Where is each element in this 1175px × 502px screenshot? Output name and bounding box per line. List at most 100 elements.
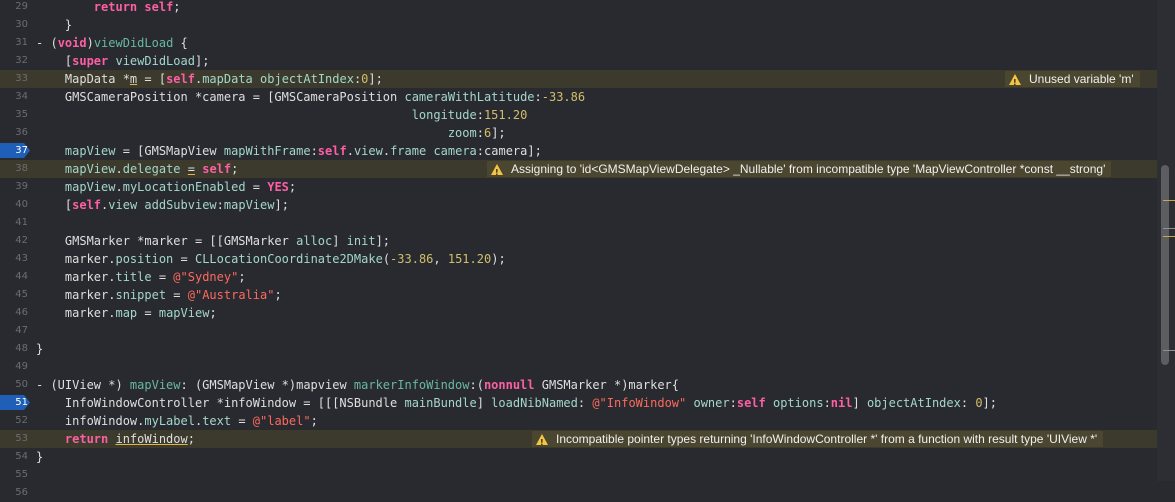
code-token: 151.20 [483,108,528,122]
code-line[interactable]: 29 return self; [0,0,1157,16]
line-number[interactable]: 40 [0,196,28,214]
code-token: mainBundle [404,396,477,410]
code-text[interactable]: marker.snippet = @"Australia"; [36,286,282,304]
code-text[interactable]: } [36,340,43,358]
line-number[interactable]: 56 [0,484,28,502]
code-text[interactable]: marker.position = CLLocationCoordinate2D… [36,250,506,268]
line-number[interactable]: 38 [0,160,28,178]
line-number[interactable]: 43 [0,250,28,268]
line-number[interactable]: 54 [0,448,28,466]
line-number[interactable]: 55 [0,466,28,484]
code-text[interactable]: mapView = [GMSMapView mapWithFrame:self.… [36,142,542,160]
code-text[interactable]: [self.view addSubview:mapView]; [36,196,289,214]
code-line[interactable]: 34 GMSCameraPosition *camera = [GMSCamer… [0,88,1157,106]
code-line[interactable]: 43 marker.position = CLLocationCoordinat… [0,250,1157,268]
code-token: ]; [491,126,506,140]
line-number[interactable]: 35 [0,106,28,124]
code-text[interactable]: InfoWindowController *infoWindow = [[[NS… [36,394,997,412]
warning-badge[interactable]: Incompatible pointer types returning 'In… [532,431,1104,451]
line-number[interactable]: 31 [0,34,28,52]
line-number[interactable]: 47 [0,322,28,340]
code-text[interactable]: return infoWindow; [36,430,195,448]
line-number[interactable]: 49 [0,358,28,376]
line-number[interactable]: 30 [0,16,28,34]
code-text[interactable]: mapView.delegate = self; [36,160,238,178]
code-line[interactable]: 51 InfoWindowController *infoWindow = [[… [0,394,1157,412]
line-number[interactable]: 41 [0,214,28,232]
code-line[interactable]: 48} [0,340,1157,358]
code-token: } [36,342,44,356]
code-line[interactable]: 39 mapView.myLocationEnabled = YES; [0,178,1157,196]
code-line[interactable]: 33 MapData *m = [self.mapData objectAtIn… [0,70,1157,91]
code-line[interactable]: 52 infoWindow.myLabel.text = @"label"; [0,412,1157,430]
code-line[interactable]: 53 return infoWindow; Incompatible pointe… [0,430,1157,451]
warning-message: Assigning to 'id<GMSMapViewDelegate> _Nu… [511,162,1106,176]
line-number[interactable]: 45 [0,286,28,304]
code-text[interactable]: - (UIView *) mapView: (GMSMapView *)mapv… [36,376,679,394]
code-text[interactable]: longitude:151.20 [36,106,528,124]
warning-badge[interactable]: Unused variable 'm' [1005,71,1140,91]
code-editor[interactable]: 29 return self; 30 } 31- (void)viewDidLoad… [0,0,1175,498]
line-number[interactable]: 53 [0,430,28,448]
code-line[interactable]: 44 marker.title = @"Sydney"; [0,268,1157,286]
code-text[interactable]: MapData *m = [self.mapData objectAtIndex… [36,70,383,88]
code-text[interactable]: GMSCameraPosition *camera = [GMSCameraPo… [36,88,585,106]
line-number[interactable]: 34 [0,88,28,106]
code-line[interactable]: 45 marker.snippet = @"Australia"; [0,286,1157,304]
line-number[interactable]: 32 [0,52,28,70]
line-number[interactable]: 29 [0,0,28,16]
code-text[interactable]: mapView.myLocationEnabled = YES; [36,178,296,196]
line-number[interactable]: 42 [0,232,28,250]
code-token: options [772,396,824,410]
code-line[interactable]: 49 [0,358,1157,376]
code-token: longitude [411,108,477,122]
code-line[interactable]: 31 - (void)viewDidLoad { [0,34,1157,52]
code-text[interactable]: return self; [36,0,181,16]
code-line[interactable]: 54} [0,448,1157,466]
code-token: marker. [36,252,116,266]
code-line[interactable]: 50 - (UIView *) mapView: (GMSMapView *)ma… [0,376,1157,394]
minimap-warning-mark [1163,200,1175,201]
code-token: :camera]; [476,144,542,158]
code-text[interactable]: marker.title = @"Sydney"; [36,268,246,286]
line-number[interactable]: 44 [0,268,28,286]
code-text[interactable]: - (void)viewDidLoad { [36,34,188,52]
line-number[interactable]: 33 [0,70,28,88]
code-text[interactable]: zoom:6]; [36,124,506,142]
code-token: . [382,144,391,158]
code-token: GMSMarker *marker = [[GMSMarker [36,234,297,248]
code-text[interactable]: } [36,448,43,466]
code-line[interactable]: 46 marker.map = mapView; [0,304,1157,322]
line-number[interactable]: 48 [0,340,28,358]
code-line[interactable]: 35 longitude:151.20 [0,106,1157,124]
code-text[interactable]: } [36,16,72,34]
code-token: return [36,0,138,14]
code-line[interactable]: 41 [0,214,1157,232]
warning-triangle-icon [491,163,503,181]
code-text[interactable]: marker.map = mapView; [36,304,217,322]
line-number[interactable]: 52 [0,412,28,430]
code-line[interactable]: 30 } [0,16,1157,34]
code-line[interactable]: 38 mapView.delegate = self; Assigning to … [0,160,1157,181]
code-line[interactable]: 47 [0,322,1157,340]
code-line[interactable]: 42 GMSMarker *marker = [[GMSMarker alloc… [0,232,1157,250]
code-text[interactable]: [super viewDidLoad]; [36,52,210,70]
code-line[interactable]: 40 [self.view addSubview:mapView]; [0,196,1157,214]
line-number[interactable]: 46 [0,304,28,322]
line-number[interactable]: 51 [0,394,28,412]
code-text[interactable]: infoWindow.myLabel.text = @"label"; [36,412,318,430]
code-line[interactable]: 56 [0,484,1157,502]
line-number[interactable]: 37 [0,142,28,160]
code-line[interactable]: 36 zoom:6]; [0,124,1157,142]
line-number[interactable]: 50 [0,376,28,394]
code-token: nil [830,396,853,410]
warning-badge[interactable]: Assigning to 'id<GMSMapViewDelegate> _Nu… [487,161,1112,181]
line-number[interactable]: 36 [0,124,28,142]
code-line[interactable]: 55 [0,466,1157,484]
vertical-scrollbar-thumb[interactable] [1161,165,1169,365]
code-line[interactable]: 37 mapView = [GMSMapView mapWithFrame:se… [0,142,1157,160]
line-number[interactable]: 39 [0,178,28,196]
code-line[interactable]: 32 [super viewDidLoad]; [0,52,1157,70]
code-text[interactable]: GMSMarker *marker = [[GMSMarker alloc] i… [36,232,390,250]
code-token: mapWithFrame [223,144,311,158]
